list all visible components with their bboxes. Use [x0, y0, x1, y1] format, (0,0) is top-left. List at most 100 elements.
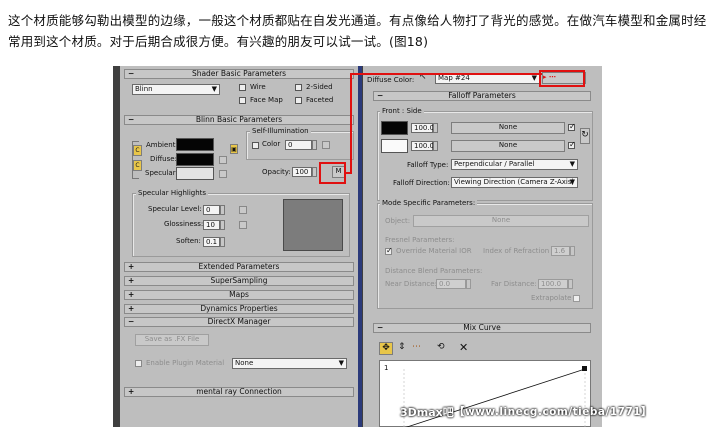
- specular-map-button[interactable]: [219, 170, 227, 178]
- far-distance-label: Far Distance:: [491, 280, 537, 288]
- rollout-dynamics-properties[interactable]: + Dynamics Properties: [124, 304, 354, 314]
- near-distance-label: Near Distance:: [385, 280, 437, 288]
- far-distance-spinner[interactable]: [568, 279, 573, 289]
- override-ior-checkbox[interactable]: [385, 246, 393, 255]
- side-amount-field[interactable]: 100.0: [411, 141, 434, 151]
- specular-level-label: Specular Level:: [148, 205, 202, 213]
- move-icon[interactable]: ✥: [379, 342, 393, 355]
- faceted-checkbox[interactable]: [295, 97, 302, 104]
- faceted-label: Faceted: [306, 96, 334, 104]
- opacity-field[interactable]: 100: [292, 167, 312, 177]
- falloff-type-select[interactable]: Perpendicular / Parallel ▼: [451, 159, 578, 170]
- near-distance-spinner[interactable]: [466, 279, 471, 289]
- rollout-mental-ray[interactable]: + mental ray Connection: [124, 387, 354, 397]
- diffuse-map-button[interactable]: [219, 156, 227, 164]
- opacity-spinner[interactable]: [312, 167, 317, 177]
- rollout-label: Falloff Parameters: [448, 91, 516, 100]
- m-button-highlight: [319, 162, 346, 184]
- soften-field[interactable]: 0.1: [203, 237, 220, 247]
- front-map-enable-checkbox[interactable]: [568, 122, 576, 131]
- front-map-button[interactable]: None: [451, 122, 565, 134]
- fresnel-label: Fresnel Parameters:: [385, 236, 455, 244]
- rollout-label: Maps: [229, 290, 249, 299]
- soften-spinner[interactable]: [220, 237, 225, 247]
- object-label: Object:: [385, 217, 411, 225]
- near-distance-field[interactable]: 0.0: [436, 279, 466, 289]
- rollout-label: Extended Parameters: [198, 262, 280, 271]
- falloff-direction-label: Falloff Direction:: [393, 179, 450, 187]
- side-map-enable-checkbox[interactable]: [568, 140, 576, 149]
- front-color-swatch[interactable]: [381, 121, 408, 135]
- specular-highlights-label: Specular Highlights: [136, 189, 209, 197]
- rollout-directx-manager[interactable]: − DirectX Manager: [124, 317, 354, 327]
- glossiness-field[interactable]: 10: [203, 220, 220, 230]
- rollout-label: mental ray Connection: [196, 387, 282, 396]
- watermark-logo: 3Dmax吧: [400, 406, 454, 419]
- rollout-label: DirectX Manager: [207, 317, 271, 326]
- rollout-extended-parameters[interactable]: + Extended Parameters: [124, 262, 354, 272]
- face-map-label: Face Map: [250, 96, 283, 104]
- plugin-material-select[interactable]: None ▼: [232, 358, 347, 369]
- self-illum-color-label: Color: [262, 140, 281, 148]
- diffuse-color-label: Diffuse Color:: [367, 76, 415, 84]
- rollout-label: SuperSampling: [210, 276, 268, 285]
- side-map-button[interactable]: None: [451, 140, 565, 152]
- rollout-maps[interactable]: + Maps: [124, 290, 354, 300]
- self-illum-spinner[interactable]: [312, 140, 317, 150]
- side-amount-spinner[interactable]: [433, 141, 438, 151]
- specular-level-spinner[interactable]: [220, 205, 225, 215]
- self-illum-map-button[interactable]: [322, 141, 330, 149]
- watermark-stamp-logo: ▸ ⋯: [543, 73, 556, 81]
- shader-type-select[interactable]: Blinn ▼: [132, 84, 220, 95]
- glossiness-map-button[interactable]: [239, 221, 247, 229]
- face-map-checkbox[interactable]: [239, 97, 246, 104]
- ior-field[interactable]: 1.6: [551, 246, 570, 256]
- ior-label: Index of Refraction: [483, 247, 550, 255]
- falloff-type-label: Falloff Type:: [407, 161, 449, 169]
- wire-label: Wire: [250, 83, 266, 91]
- lock-icon[interactable]: ▣: [230, 144, 238, 154]
- reset-icon[interactable]: ⟲: [437, 342, 445, 352]
- specular-level-field[interactable]: 0: [203, 205, 220, 215]
- self-illum-value-field[interactable]: 0: [285, 140, 312, 150]
- extrapolate-checkbox[interactable]: [573, 295, 580, 302]
- ior-spinner[interactable]: [570, 246, 575, 256]
- front-amount-field[interactable]: 100.0: [411, 123, 434, 133]
- rollout-shader-basic[interactable]: − Shader Basic Parameters: [124, 69, 354, 79]
- diffuse-color-swatch[interactable]: [176, 153, 214, 166]
- save-fx-button[interactable]: Save as .FX File: [135, 334, 209, 346]
- highlight-connector-vertical: [350, 74, 352, 174]
- ambient-diffuse-lock-button[interactable]: C: [133, 145, 142, 156]
- ambient-color-swatch[interactable]: [176, 138, 214, 151]
- curve-toolbar: ✥ ⇕ ⋯ ⟲ ✕: [379, 340, 591, 356]
- watermark-url: 【www.linecg.com/tieba/1771】: [454, 406, 653, 418]
- scale-point-icon[interactable]: ⇕: [398, 342, 406, 352]
- diffuse-specular-lock-button[interactable]: C: [133, 160, 142, 171]
- front-amount-spinner[interactable]: [433, 123, 438, 133]
- right-map-panel: Diffuse Color: ↖ Map #24 ▼ − Falloff Param…: [363, 66, 602, 427]
- extrapolate-label: Extrapolate: [531, 294, 572, 302]
- side-color-swatch[interactable]: [381, 139, 408, 153]
- rollout-falloff-parameters[interactable]: − Falloff Parameters: [373, 91, 591, 101]
- specular-level-map-button[interactable]: [239, 206, 247, 214]
- opacity-label: Opacity:: [262, 168, 291, 176]
- add-point-icon[interactable]: ⋯: [412, 342, 421, 352]
- glossiness-spinner[interactable]: [220, 220, 225, 230]
- two-sided-checkbox[interactable]: [295, 84, 302, 91]
- specular-color-swatch[interactable]: [176, 167, 214, 180]
- distance-blend-label: Distance Blend Parameters:: [385, 267, 483, 275]
- rollout-blinn-basic[interactable]: − Blinn Basic Parameters: [124, 115, 354, 125]
- delete-point-icon[interactable]: ✕: [459, 341, 468, 354]
- enable-plugin-checkbox[interactable]: [135, 360, 142, 367]
- self-illum-color-checkbox[interactable]: [252, 142, 259, 149]
- falloff-direction-select[interactable]: Viewing Direction (Camera Z-Axis) ▼: [451, 177, 578, 188]
- panel-divider: [358, 66, 362, 427]
- wire-checkbox[interactable]: [239, 84, 246, 91]
- falloff-type-value: Perpendicular / Parallel: [454, 160, 535, 168]
- object-pick-button[interactable]: None: [413, 215, 589, 227]
- rollout-supersampling[interactable]: + SuperSampling: [124, 276, 354, 286]
- swap-colors-button[interactable]: ↻: [580, 128, 590, 144]
- far-distance-field[interactable]: 100.0: [538, 279, 568, 289]
- left-material-panel: − Shader Basic Parameters Blinn ▼ Wire 2-S…: [120, 66, 358, 427]
- rollout-mix-curve[interactable]: − Mix Curve: [373, 323, 591, 333]
